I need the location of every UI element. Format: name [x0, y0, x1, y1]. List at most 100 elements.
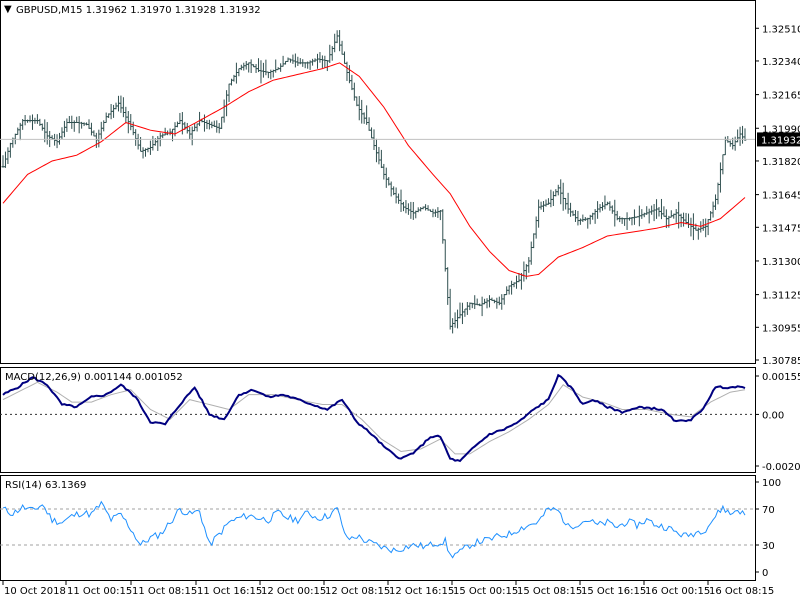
price-bar: [87, 119, 91, 129]
price-bar: [485, 298, 489, 309]
price-bar: [419, 207, 423, 212]
price-tick-label: 1.30785: [762, 356, 800, 367]
price-bar: [249, 59, 253, 74]
price-bar: [242, 62, 246, 71]
price-tick-label: 1.32510: [762, 24, 800, 35]
time-tick-label: 16 Oct 00:15: [645, 586, 710, 597]
price-bar: [60, 127, 64, 140]
price-bar: [650, 205, 654, 215]
price-bar: [274, 59, 278, 73]
price-bar: [156, 136, 160, 151]
price-bar: [524, 264, 528, 280]
price-bar: [441, 209, 445, 244]
price-bar: [94, 132, 98, 148]
price-bar: [134, 129, 138, 146]
price-bar: [370, 127, 374, 139]
price-bar: [325, 59, 329, 72]
price-bar: [507, 285, 511, 295]
price-tick-label: 1.31475: [762, 223, 800, 234]
price-bar: [487, 295, 491, 308]
time-axis: 10 Oct 2018 11 Oct 00:15 11 Oct 08:15 11 Oc…: [2, 581, 774, 597]
main-panel-frame: [0, 0, 756, 364]
price-bar: [456, 309, 460, 329]
price-bar: [77, 116, 81, 134]
price-bar: [220, 116, 224, 129]
price-bar: [92, 130, 96, 137]
macd-signal-line: [2, 381, 746, 455]
price-bar: [716, 182, 720, 205]
mt4-chart-window: 1.32510 1.32340 1.32165 1.31990 1.31820 1.316…: [0, 0, 800, 600]
rsi-tick-label: 100: [762, 478, 781, 489]
macd-panel: 0.001556 0.00 -0.002089: [0, 372, 800, 473]
time-tick-label: 16 Oct 08:15: [709, 586, 774, 597]
price-bar: [578, 218, 582, 225]
rsi-panel: 100 70 30 0: [0, 478, 781, 579]
rsi-tick-label: 30: [762, 541, 775, 552]
price-bar: [161, 133, 165, 139]
price-bar: [714, 194, 718, 210]
price-tick-label: 1.32340: [762, 57, 800, 68]
price-bar: [679, 213, 683, 228]
price-bar: [542, 201, 546, 212]
price-bar: [257, 58, 261, 73]
rsi-panel-frame: [0, 475, 756, 581]
time-tick-label: 11 Oct 00:15: [67, 586, 132, 597]
time-tick-label: 12 Oct 16:15: [389, 586, 454, 597]
price-bar: [659, 198, 663, 220]
price-bar: [102, 120, 106, 132]
price-bar: [222, 99, 226, 123]
price-bar: [438, 210, 442, 221]
price-bar: [119, 95, 123, 113]
time-tick-label: 12 Oct 00:15: [261, 586, 326, 597]
chart-canvas: 1.325101.323401.321651.319901.318201.316…: [0, 0, 800, 597]
price-bar: [647, 208, 651, 224]
price-bar: [198, 111, 202, 127]
price-bar: [738, 126, 742, 146]
price-bar: [473, 295, 477, 310]
price-bar: [225, 90, 229, 117]
price-bar: [365, 105, 369, 125]
price-bar: [374, 138, 378, 163]
price-bar: [465, 301, 469, 315]
time-tick-label: 15 Oct 08:15: [517, 586, 582, 597]
price-bar: [561, 182, 565, 211]
price-bar: [495, 297, 499, 309]
symbol-dropdown-icon[interactable]: ▼: [4, 4, 12, 15]
price-bar: [544, 199, 548, 207]
price-bar: [6, 147, 10, 165]
time-tick-label: 15 Oct 16:15: [581, 586, 646, 597]
price-bar: [55, 134, 59, 149]
price-bar: [178, 112, 182, 125]
price-bar: [401, 201, 405, 212]
price-bar: [175, 121, 179, 128]
price-bar: [188, 126, 192, 140]
macd-tick-label: 0.001556: [762, 372, 800, 383]
price-bar: [112, 104, 116, 118]
price-bar: [463, 308, 467, 317]
price-bar: [500, 294, 504, 310]
price-bar: [718, 162, 722, 193]
price-bar: [360, 99, 364, 124]
price-bar: [244, 60, 248, 70]
price-tick-label: 1.31645: [762, 191, 800, 202]
price-bar: [510, 280, 514, 295]
price-bar: [121, 97, 125, 118]
price-bar: [30, 114, 34, 130]
price-bar: [556, 184, 560, 196]
price-bar: [515, 275, 519, 289]
price-bar: [382, 163, 386, 180]
price-bar: [40, 123, 44, 131]
price-bar: [618, 216, 622, 223]
price-bar: [623, 218, 627, 226]
macd-main-line: [2, 373, 746, 463]
price-bar: [532, 233, 536, 249]
price-bar: [227, 83, 231, 102]
price-bar: [377, 146, 381, 165]
price-bar: [97, 129, 101, 148]
price-bar: [704, 218, 708, 238]
price-bar: [483, 298, 487, 305]
price-bar: [448, 288, 452, 330]
price-bar: [333, 33, 337, 53]
price-bar: [28, 115, 32, 123]
price-bar: [281, 55, 285, 67]
